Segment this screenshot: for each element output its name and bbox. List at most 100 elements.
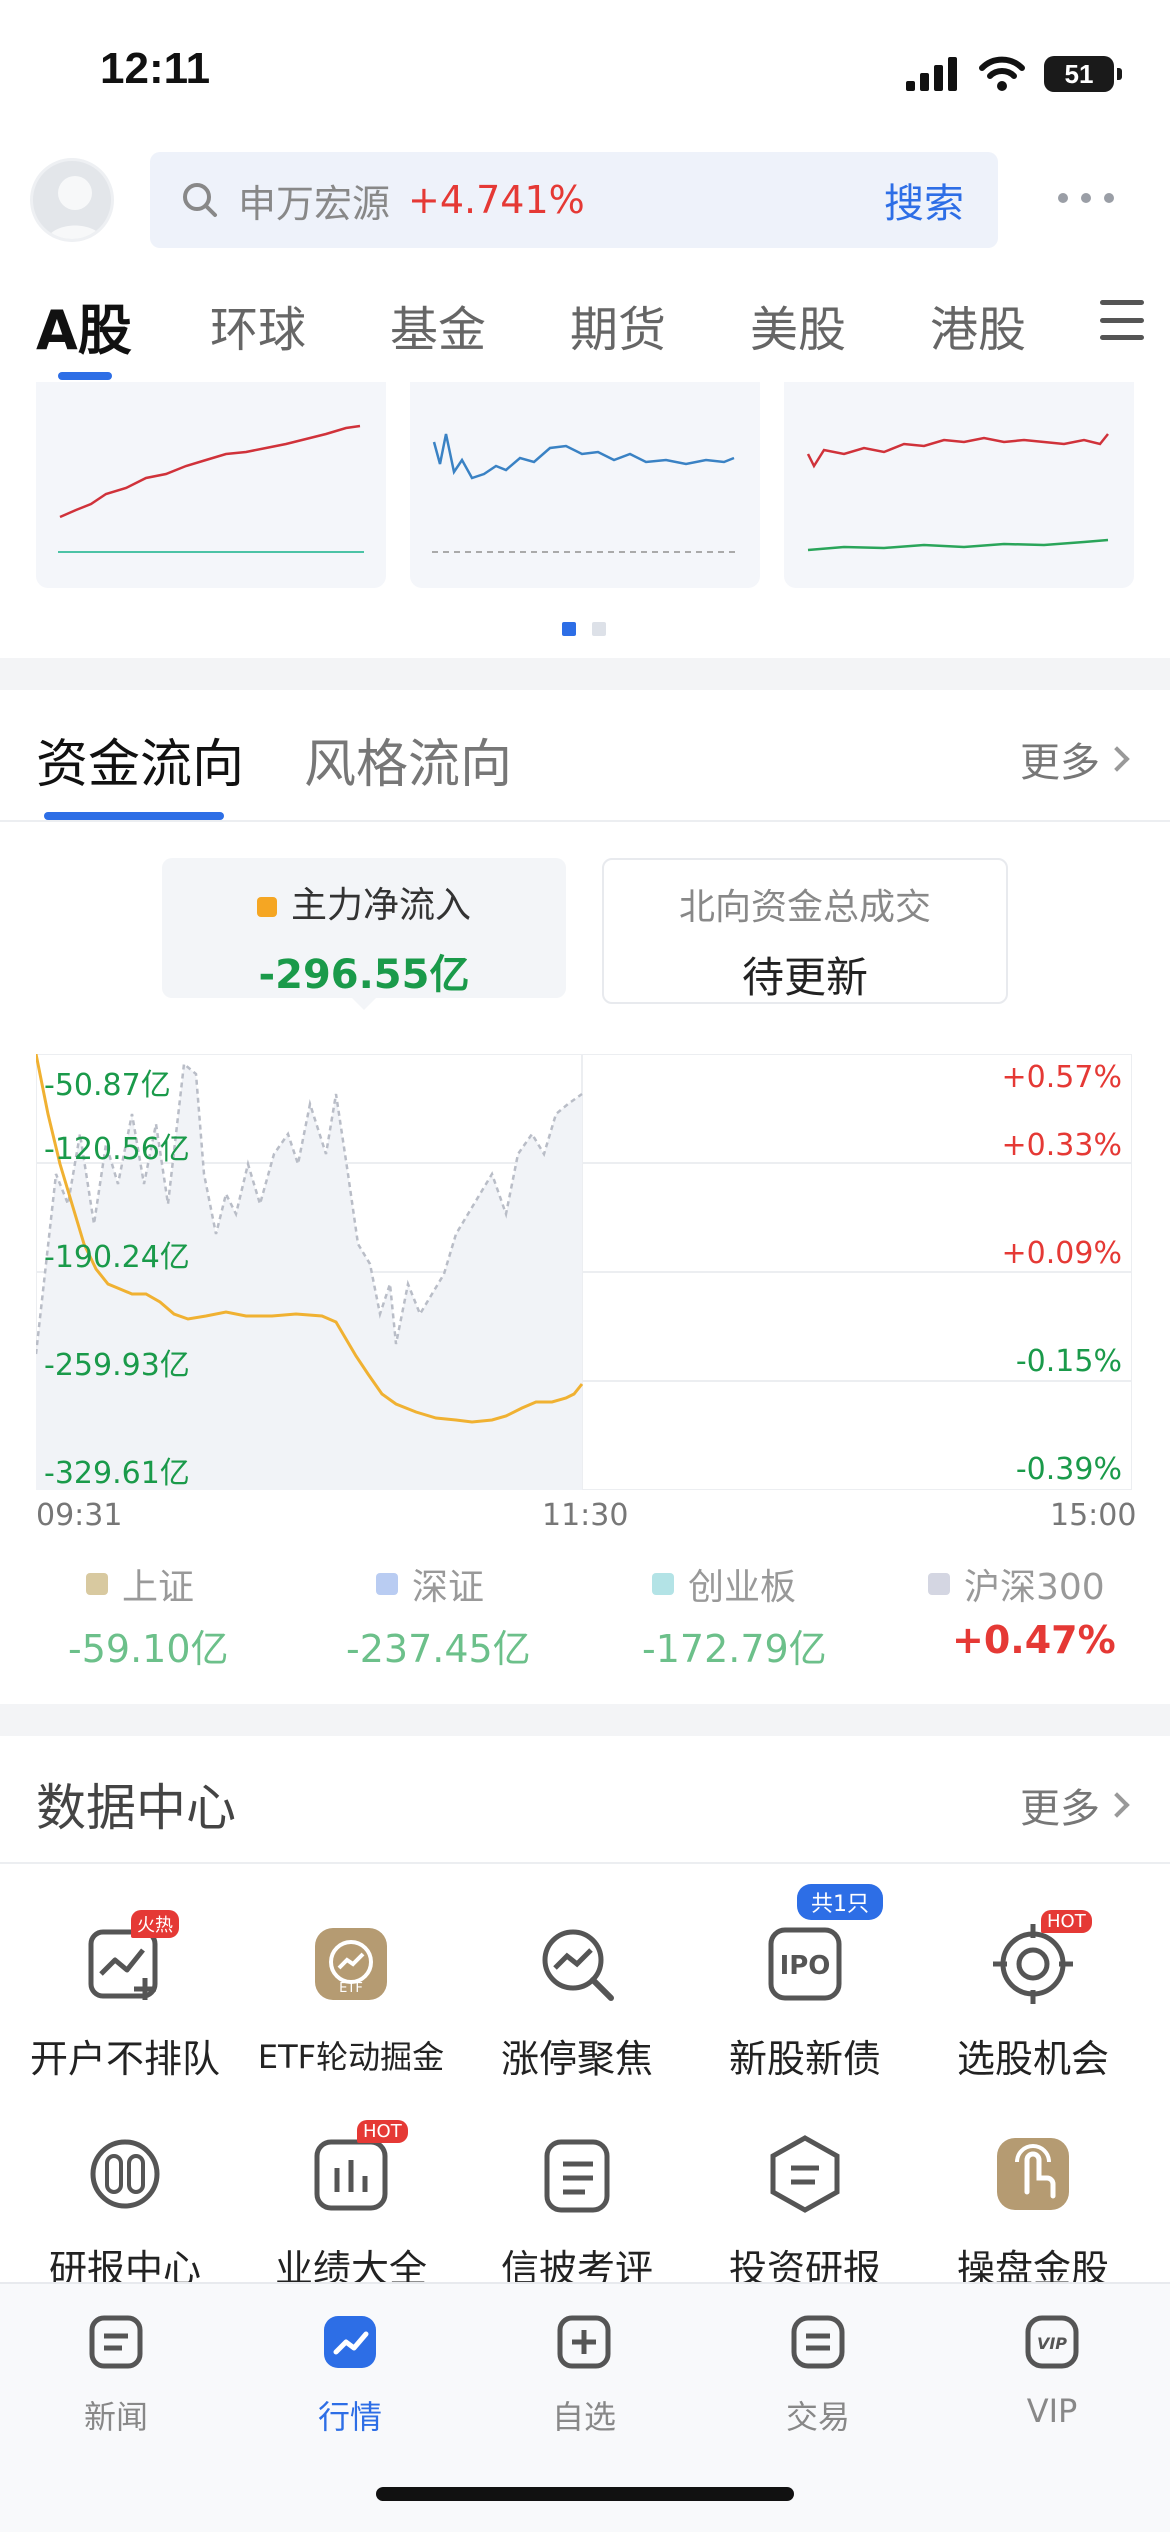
main-inflow-box[interactable]: 主力净流入 -296.55亿 xyxy=(162,858,566,998)
document-shield-icon xyxy=(763,2132,847,2216)
bottom-tab-market[interactable]: 行情 xyxy=(280,2312,420,2438)
grid-item-research-center[interactable]: 研报中心 xyxy=(10,2132,240,2293)
main-inflow-label: 主力净流入 xyxy=(290,885,471,926)
flow-tab-indicator xyxy=(44,812,224,820)
bottom-tab-trade[interactable]: 交易 xyxy=(748,2312,888,2438)
index-value-shenzhen: -237.45亿 xyxy=(346,1627,531,1671)
y-axis-right-label: +0.57% xyxy=(1001,1060,1122,1095)
index-name: 沪深300 xyxy=(964,1567,1105,1608)
svg-text:IPO: IPO xyxy=(780,1951,831,1981)
legend-square-icon xyxy=(376,1573,398,1595)
index-legend-shanghai[interactable]: 上证 xyxy=(86,1558,194,1610)
y-axis-left-label: -329.61亿 xyxy=(44,1456,190,1491)
flow-divider xyxy=(0,820,1170,822)
bar-chart-icon: HOT xyxy=(309,2120,408,2216)
data-center-more-link[interactable]: 更多 xyxy=(1020,1776,1130,1834)
index-card-2[interactable] xyxy=(410,382,760,588)
avatar[interactable] xyxy=(30,158,114,242)
north-capital-label: 北向资金总成交 xyxy=(678,887,931,928)
news-icon xyxy=(89,2315,143,2369)
svg-text:VIP: VIP xyxy=(1037,2334,1067,2353)
grid-item-golden-stocks[interactable]: 操盘金股 xyxy=(918,2132,1148,2293)
tab-global[interactable]: 环球 xyxy=(210,290,306,360)
trade-icon xyxy=(791,2315,845,2369)
grid-item-stock-picking[interactable]: HOT 选股机会 xyxy=(918,1910,1148,2083)
grid-item-label: 选股机会 xyxy=(956,2037,1109,2081)
tab-futures[interactable]: 期货 xyxy=(570,290,666,360)
grid-item-ipo[interactable]: IPO 共1只 新股新债 xyxy=(690,1884,920,2083)
section-separator xyxy=(0,658,1170,690)
search-bar[interactable]: 申万宏源 +4.741% 搜索 xyxy=(150,152,998,248)
north-capital-value: 待更新 xyxy=(741,953,868,1002)
add-watchlist-icon xyxy=(557,2315,611,2369)
grid-item-label: 涨停聚焦 xyxy=(500,2037,653,2081)
hot-badge: 火热 xyxy=(131,1910,179,1938)
y-axis-left-label: -50.87亿 xyxy=(44,1068,171,1103)
magnifier-chart-icon xyxy=(535,1922,619,2006)
grid-item-disclosure[interactable]: 信披考评 xyxy=(462,2132,692,2293)
legend-square-icon xyxy=(256,897,277,917)
index-legend-shenzhen[interactable]: 深证 xyxy=(376,1558,484,1610)
data-center-more-label: 更多 xyxy=(1020,1786,1100,1832)
search-stock-change: +4.741% xyxy=(408,178,585,222)
pager-dot-active xyxy=(562,622,576,636)
report-icon xyxy=(83,2132,167,2216)
box-pointer xyxy=(350,996,378,1010)
flow-more-link[interactable]: 更多 xyxy=(1020,730,1130,788)
capital-flow-chart[interactable] xyxy=(36,1054,1132,1490)
search-stock-name: 申万宏源 xyxy=(238,181,391,226)
index-value-shanghai: -59.10亿 xyxy=(68,1627,229,1671)
bottom-tab-vip[interactable]: VIP VIP xyxy=(982,2312,1122,2430)
market-tabs: A股 环球 基金 期货 美股 港股 xyxy=(0,282,1170,382)
tab-style-flow[interactable]: 风格流向 xyxy=(304,722,512,797)
main-inflow-legend: 主力净流入 xyxy=(162,876,566,928)
grid-item-limit-up[interactable]: 涨停聚焦 xyxy=(462,1922,692,2083)
tab-a-shares[interactable]: A股 xyxy=(36,286,132,365)
home-indicator[interactable] xyxy=(376,2487,794,2501)
index-card-1[interactable] xyxy=(36,382,386,588)
chart-plus-icon: 火热 xyxy=(83,1910,179,2006)
data-center-divider xyxy=(0,1862,1170,1864)
index-legend-chinext[interactable]: 创业板 xyxy=(652,1558,796,1610)
more-options-icon[interactable] xyxy=(1058,180,1114,216)
index-sparkline-3 xyxy=(806,433,1109,552)
time-axis-label: 11:30 xyxy=(542,1498,629,1533)
grid-item-investment-research[interactable]: 投资研报 xyxy=(690,2132,920,2293)
menu-icon[interactable] xyxy=(1100,300,1144,340)
tab-funds[interactable]: 基金 xyxy=(390,290,486,360)
index-legend-hs300[interactable]: 沪深300 xyxy=(928,1558,1105,1610)
bottom-tab-watchlist[interactable]: 自选 xyxy=(514,2312,654,2438)
hot-badge: HOT xyxy=(1041,1910,1092,1933)
tab-hk-stocks[interactable]: 港股 xyxy=(930,290,1026,360)
y-axis-left-label: -259.93亿 xyxy=(44,1348,190,1383)
vip-icon: VIP xyxy=(1025,2315,1079,2369)
bottom-tab-news[interactable]: 新闻 xyxy=(46,2312,186,2438)
bottom-tab-label: VIP xyxy=(1026,2392,1078,2430)
tab-capital-flow[interactable]: 资金流向 xyxy=(36,722,244,797)
pager-dot xyxy=(592,622,606,636)
wifi-icon xyxy=(979,56,1025,91)
index-name: 创业板 xyxy=(688,1567,797,1608)
y-axis-right-label: -0.15% xyxy=(1015,1344,1122,1379)
index-card-3[interactable] xyxy=(784,382,1134,588)
signal-icon xyxy=(906,57,957,91)
section-separator xyxy=(0,1704,1170,1736)
north-capital-box[interactable]: 北向资金总成交 待更新 xyxy=(602,858,1008,1004)
search-button[interactable]: 搜索 xyxy=(884,171,964,229)
avatar-icon xyxy=(46,176,104,239)
svg-text:ETF: ETF xyxy=(339,1981,363,1996)
bottom-tab-label: 交易 xyxy=(785,2398,850,2436)
grid-item-open-account[interactable]: 火热 开户不排队 xyxy=(10,1910,240,2083)
grid-item-etf[interactable]: ETF ETF轮动掘金 xyxy=(236,1922,466,2078)
flow-more-label: 更多 xyxy=(1020,740,1100,786)
legend-square-icon xyxy=(928,1573,950,1595)
hot-badge: HOT xyxy=(357,2120,408,2143)
chevron-right-icon xyxy=(1104,1792,1130,1818)
grid-item-earnings[interactable]: HOT 业绩大全 xyxy=(236,2120,466,2293)
index-sparkline-2 xyxy=(432,433,738,553)
main-inflow-value: -296.55亿 xyxy=(258,952,470,998)
ipo-icon: IPO 共1只 xyxy=(763,1884,883,2006)
y-axis-right-label: +0.33% xyxy=(1001,1128,1122,1163)
tab-us-stocks[interactable]: 美股 xyxy=(750,290,846,360)
time-axis-label: 09:31 xyxy=(36,1498,123,1533)
